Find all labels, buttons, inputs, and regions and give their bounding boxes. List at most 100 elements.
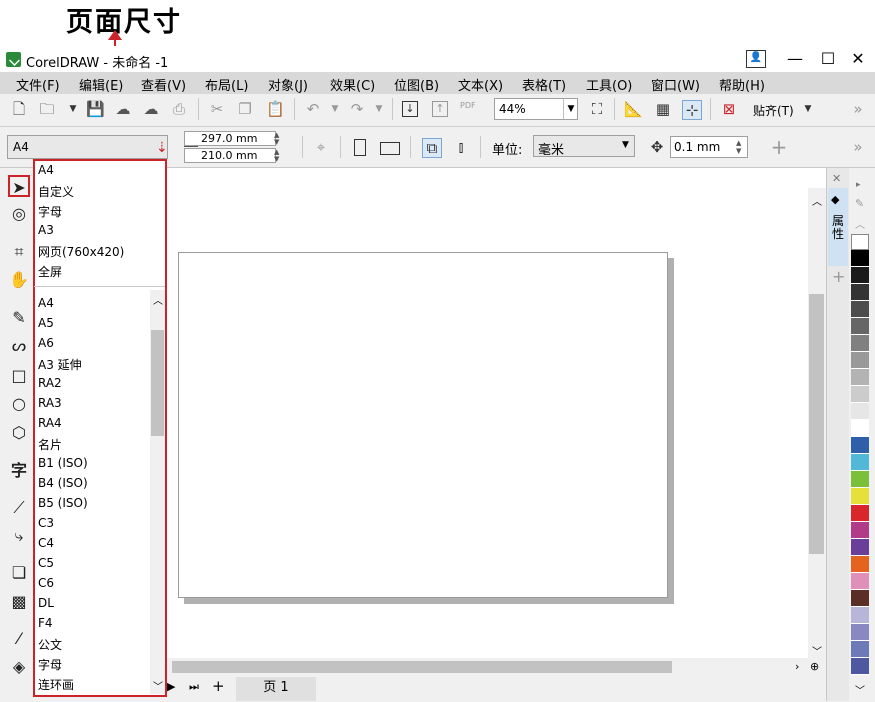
menu-tools[interactable]: 工具(O) [586, 75, 632, 94]
menu-effects[interactable]: 效果(C) [330, 75, 375, 94]
dropdown-scroll-thumb[interactable] [151, 330, 164, 436]
drop-shadow-icon[interactable]: ❏ [8, 562, 30, 584]
color-swatch[interactable] [851, 505, 869, 522]
page-size-item[interactable]: C5 [38, 556, 54, 570]
shape-tool-icon[interactable]: ◎ [8, 203, 30, 225]
color-swatch[interactable] [851, 250, 869, 267]
last-page-icon[interactable]: ⏭ [189, 680, 199, 694]
color-swatch[interactable] [851, 607, 869, 624]
color-swatch[interactable] [851, 624, 869, 641]
color-swatch[interactable] [851, 573, 869, 590]
color-swatch[interactable] [851, 335, 869, 352]
color-swatch[interactable] [851, 437, 869, 454]
open-folder-icon[interactable]: 🗀 [38, 100, 56, 118]
dropdown-scroll-up-icon[interactable]: ︿ [153, 292, 163, 307]
menu-bitmap[interactable]: 位图(B) [394, 75, 439, 94]
page-size-item[interactable]: A5 [38, 316, 54, 330]
page-size-recent-item[interactable]: A4 [38, 163, 54, 177]
show-grid-icon[interactable]: ▦ [654, 100, 672, 118]
portrait-icon[interactable] [354, 139, 366, 156]
all-pages-icon[interactable]: ⧉ [422, 138, 442, 158]
page-size-recent-item[interactable]: 字母 [38, 203, 62, 220]
page-size-item[interactable]: 字母 [38, 656, 62, 673]
page-tab[interactable]: 页 1 [236, 677, 316, 701]
color-swatch[interactable] [851, 590, 869, 607]
page-size-item[interactable]: RA4 [38, 416, 62, 430]
page-size-item[interactable]: C4 [38, 536, 54, 550]
cut-icon[interactable]: ✂ [208, 100, 226, 118]
add-page-icon[interactable]: + [212, 677, 225, 695]
page-width-input[interactable]: 297.0 mm [184, 131, 276, 146]
cloud-download-icon[interactable]: ☁ [114, 100, 132, 118]
transparency-icon[interactable]: ▩ [8, 591, 30, 613]
page-size-item[interactable]: B4 (ISO) [38, 476, 88, 490]
text-tool-icon[interactable]: 字 [8, 460, 30, 482]
color-swatch[interactable] [851, 471, 869, 488]
landscape-icon[interactable] [380, 142, 400, 155]
zoom-corner-icon[interactable]: ⊕ [810, 660, 819, 673]
no-fill-swatch[interactable] [851, 234, 869, 250]
print-icon[interactable]: ⎙ [170, 100, 188, 118]
export-pdf-icon[interactable]: PDF [460, 101, 476, 110]
freehand-tool-icon[interactable]: ✎ [8, 307, 30, 329]
page-size-item[interactable]: C3 [38, 516, 54, 530]
page-height-input[interactable]: 210.0 mm [184, 148, 276, 163]
palette-eyedropper-icon[interactable]: ✎ [855, 197, 864, 210]
polygon-tool-icon[interactable]: ⬡ [8, 422, 30, 444]
page-size-recent-item[interactable]: 自定义 [38, 183, 74, 200]
vertical-scroll-thumb[interactable] [809, 294, 824, 554]
page-size-recent-item[interactable]: 网页(760x420) [38, 243, 124, 260]
page-size-item[interactable]: 连环画 [38, 676, 74, 693]
minimize-button[interactable]: — [780, 48, 810, 70]
rectangle-tool-icon[interactable]: □ [8, 365, 30, 387]
next-page-icon[interactable]: ▶ [167, 680, 175, 693]
pan-tool-icon[interactable]: ✋ [8, 269, 30, 291]
ellipse-tool-icon[interactable]: ○ [8, 393, 30, 415]
save-icon[interactable]: 💾 [86, 100, 105, 118]
docker-add-icon[interactable]: + [832, 267, 845, 286]
connector-tool-icon[interactable]: ⤷ [8, 525, 30, 547]
color-swatch[interactable] [851, 454, 869, 471]
current-page-icon[interactable]: ⫾ [452, 138, 470, 156]
scroll-down-icon[interactable]: ﹀ [812, 643, 822, 658]
page-size-recent-item[interactable]: A3 [38, 223, 54, 237]
page-size-item[interactable]: C6 [38, 576, 54, 590]
page-size-item[interactable]: RA3 [38, 396, 62, 410]
undo-dropdown-icon[interactable]: ▼ [326, 100, 344, 118]
page-size-item[interactable]: A6 [38, 336, 54, 350]
toolbar-overflow-icon[interactable]: » [849, 100, 867, 118]
cloud-upload-icon[interactable]: ☁ [142, 100, 160, 118]
page-size-item[interactable]: B5 (ISO) [38, 496, 88, 510]
height-spinner-icon[interactable]: ▲ ▼ [274, 149, 279, 163]
color-swatch[interactable] [851, 556, 869, 573]
dropdown-scroll-down-icon[interactable]: ﹀ [153, 678, 163, 693]
paste-icon[interactable]: 📋 [266, 100, 285, 118]
palette-scroll-up-icon[interactable]: ︿ [855, 216, 865, 231]
color-swatch[interactable] [851, 539, 869, 556]
color-swatch[interactable] [851, 267, 869, 284]
menu-help[interactable]: 帮助(H) [719, 75, 765, 94]
menu-table[interactable]: 表格(T) [522, 75, 566, 94]
copy-icon[interactable]: ❐ [236, 100, 254, 118]
crop-tool-icon[interactable]: ⌗ [8, 241, 30, 263]
snap-off-icon[interactable]: ⊠ [720, 100, 738, 118]
page-size-item[interactable]: A3 延伸 [38, 356, 82, 373]
menu-file[interactable]: 文件(F) [16, 75, 60, 94]
undo-icon[interactable]: ↶ [304, 100, 322, 118]
propertybar-overflow-icon[interactable]: » [849, 138, 867, 156]
page-size-item[interactable]: F4 [38, 616, 53, 630]
page-size-item[interactable]: 公文 [38, 636, 62, 653]
docker-close-icon[interactable]: ✕ [832, 172, 841, 185]
redo-dropdown-icon[interactable]: ▼ [370, 100, 388, 118]
width-spinner-icon[interactable]: ▲ ▼ [274, 132, 279, 146]
maximize-button[interactable]: ☐ [813, 48, 843, 70]
redo-icon[interactable]: ↷ [348, 100, 366, 118]
color-swatch[interactable] [851, 386, 869, 403]
color-swatch[interactable] [851, 318, 869, 335]
menu-layout[interactable]: 布局(L) [205, 75, 248, 94]
page-size-item[interactable]: DL [38, 596, 54, 610]
page-dimensions-icon[interactable]: ⌖ [312, 138, 330, 156]
menu-object[interactable]: 对象(J) [268, 75, 308, 94]
page-size-item[interactable]: B1 (ISO) [38, 456, 88, 470]
close-button[interactable]: ✕ [843, 48, 873, 70]
